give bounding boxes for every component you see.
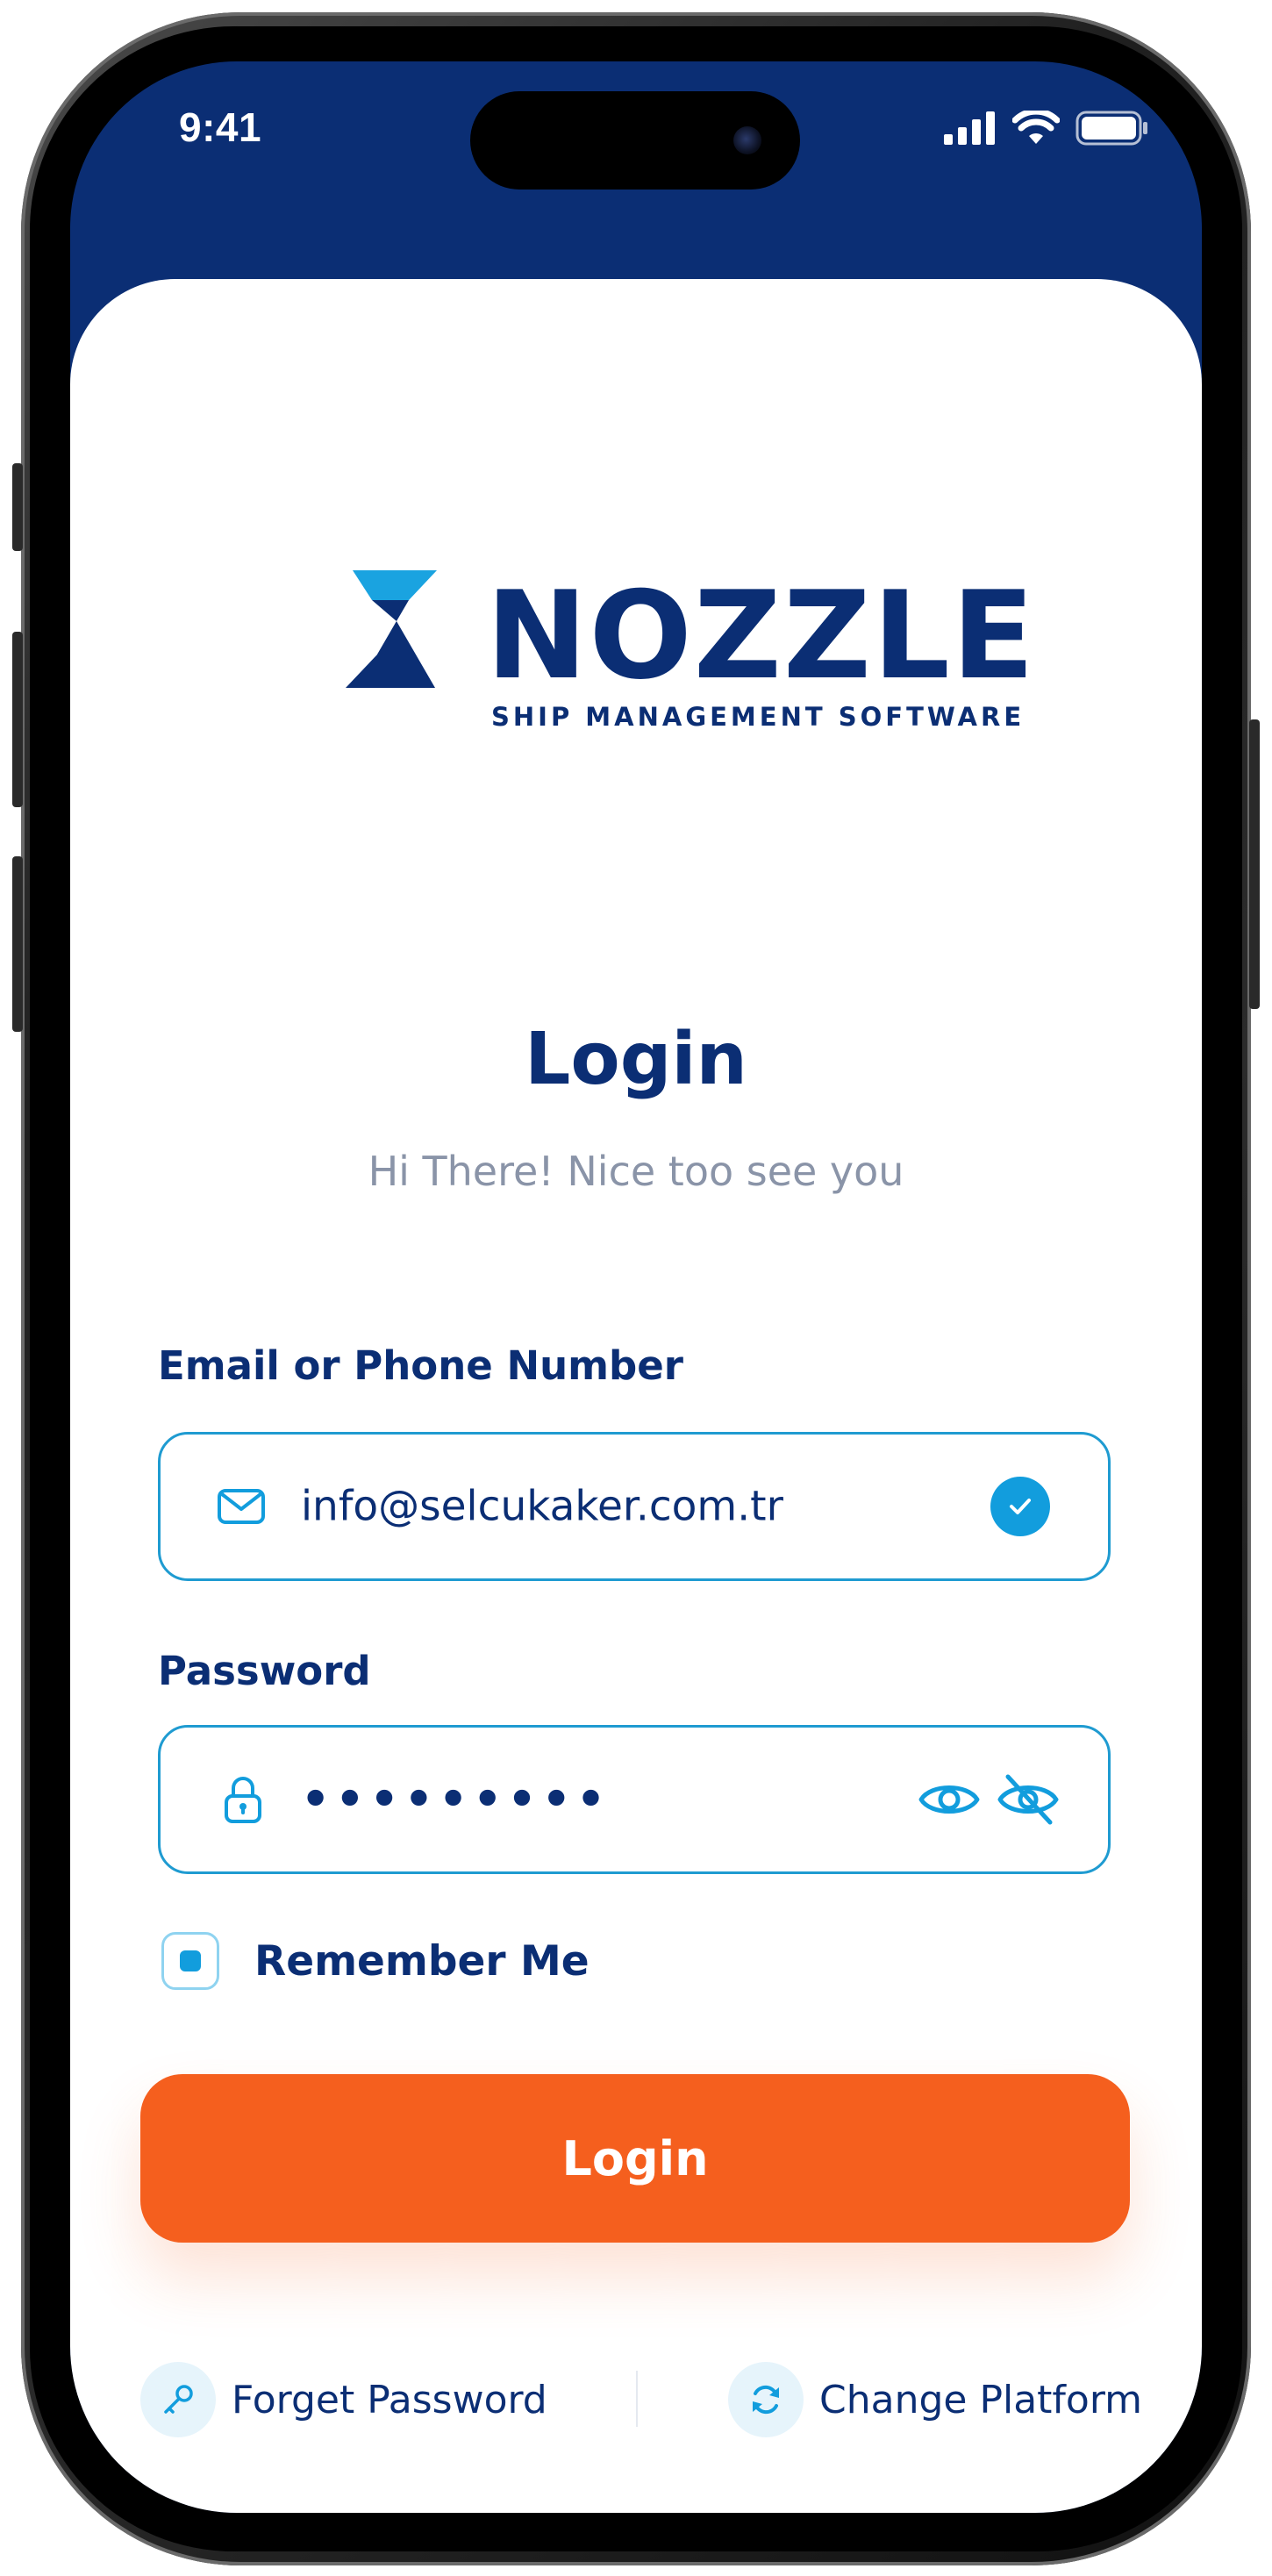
status-icons	[944, 111, 1149, 146]
wifi-icon	[1012, 111, 1060, 144]
refresh-icon	[728, 2362, 804, 2437]
password-field[interactable]: •••••••••	[158, 1725, 1111, 1874]
password-input[interactable]: •••••••••	[301, 1773, 611, 1826]
eye-icon[interactable]	[918, 1778, 980, 1821]
nozzle-logo-icon	[346, 570, 437, 688]
remember-me-label: Remember Me	[254, 1936, 590, 1986]
checkbox-mark	[180, 1950, 201, 1971]
footer-divider	[636, 2371, 638, 2427]
side-button-action	[12, 463, 23, 551]
change-platform-label: Change Platform	[819, 2377, 1143, 2422]
page-subtitle: Hi There! Nice too see you	[368, 1148, 904, 1195]
change-platform-link[interactable]: Change Platform	[728, 2362, 1142, 2437]
battery-icon	[1075, 111, 1147, 146]
dynamic-island	[470, 91, 800, 190]
status-time: 9:41	[179, 104, 262, 150]
brand-name: NOZZLE	[486, 565, 1037, 706]
forget-password-label: Forget Password	[232, 2377, 547, 2422]
login-button[interactable]: Login	[140, 2074, 1130, 2243]
email-input[interactable]: info@selcukaker.com.tr	[301, 1483, 783, 1531]
remember-me-checkbox[interactable]	[161, 1932, 219, 1990]
password-label: Password	[158, 1648, 371, 1694]
lock-icon	[225, 1777, 261, 1823]
check-circle-icon	[990, 1477, 1050, 1536]
camera-icon	[733, 126, 761, 154]
forget-password-link[interactable]: Forget Password	[140, 2362, 547, 2437]
signal-icon	[944, 111, 995, 145]
side-button-power	[1249, 719, 1260, 1009]
mail-icon	[218, 1489, 265, 1524]
email-label: Email or Phone Number	[158, 1342, 683, 1389]
brand-tagline: SHIP MANAGEMENT SOFTWARE	[491, 702, 1025, 732]
page-title: Login	[525, 1018, 747, 1101]
email-field[interactable]: info@selcukaker.com.tr	[158, 1432, 1111, 1581]
side-button-volume-up	[12, 632, 23, 807]
key-icon	[140, 2362, 216, 2437]
side-button-volume-down	[12, 856, 23, 1032]
eye-off-icon[interactable]	[997, 1773, 1059, 1826]
remember-me-row[interactable]: Remember Me	[161, 1932, 590, 1990]
phone-screen: 9:41 NOZZLE SHIP MANAGEMENT SOFTWARE Log…	[70, 61, 1202, 2513]
